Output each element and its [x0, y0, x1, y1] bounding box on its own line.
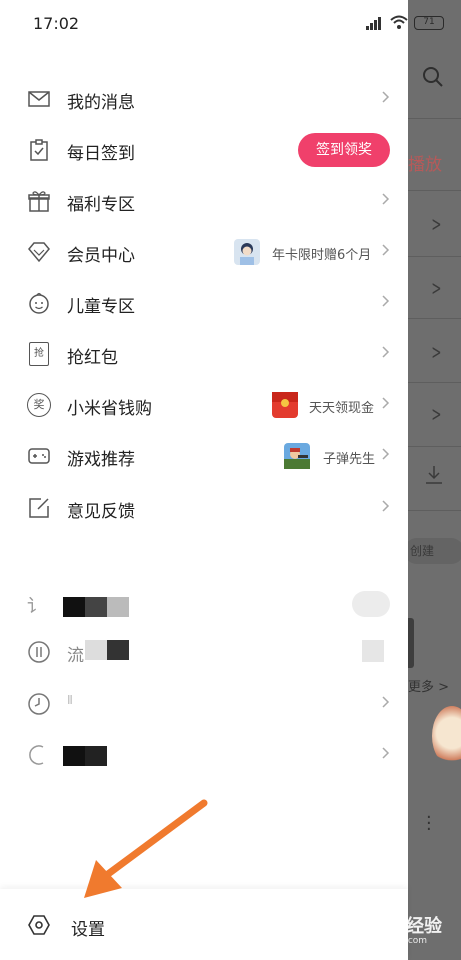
menu-label: 福利专区	[67, 195, 135, 215]
menu-item-redacted-4[interactable]	[0, 730, 408, 780]
hexagon-settings-icon	[28, 915, 50, 935]
chevron-right-icon: >	[431, 340, 442, 364]
menu-item-kids-zone[interactable]: 儿童专区	[0, 278, 408, 328]
crescent-icon	[29, 745, 44, 765]
divider	[408, 256, 461, 257]
settings-label: 设置	[71, 920, 105, 940]
chevron-right-icon: >	[431, 212, 442, 236]
redacted-block	[107, 597, 129, 617]
menu-label: 儿童专区	[67, 297, 135, 317]
redacted-block	[85, 597, 107, 617]
chevron-right-icon	[382, 295, 390, 307]
redacted-block	[85, 746, 107, 766]
baidu-watermark: Baidu 经验 jingyan.baidu.com	[342, 912, 452, 952]
redacted-icon: 讠	[27, 596, 45, 617]
gift-icon	[28, 191, 50, 212]
menu-label: 我的消息	[67, 93, 135, 113]
menu-item-redacted-3[interactable]: Ⅱ	[0, 679, 408, 729]
signal-icon	[366, 17, 381, 30]
battery-icon: 71	[414, 16, 444, 30]
search-icon	[423, 67, 443, 87]
chevron-right-icon	[382, 346, 390, 358]
clipboard-check-icon	[30, 139, 48, 161]
chevron-right-icon	[382, 747, 390, 759]
menu-label: 流	[67, 646, 84, 666]
feedback-edit-icon	[29, 498, 49, 518]
menu-item-messages[interactable]: 我的消息	[0, 74, 408, 124]
chevron-right-icon	[382, 244, 390, 256]
menu-label: 小米省钱购	[67, 399, 152, 419]
chevron-right-icon	[382, 500, 390, 512]
gamepad-icon	[28, 448, 50, 464]
menu-item-mi-saving-shop[interactable]: 奖 小米省钱购 天天领现金	[0, 380, 408, 430]
red-packet-thumbnail	[272, 392, 298, 418]
sort-arrows-icon	[28, 641, 50, 663]
redacted-block	[107, 640, 129, 660]
drawer-handle[interactable]	[408, 618, 414, 668]
game-thumbnail	[284, 443, 310, 469]
wifi-icon	[390, 15, 408, 29]
toggle-switch[interactable]	[352, 591, 390, 617]
watermark-url: jingyan.baidu.com	[344, 936, 428, 946]
chevron-right-icon	[382, 91, 390, 103]
menu-label: 意见反馈	[67, 502, 135, 522]
menu-item-vip-center[interactable]: 会员中心 年卡限时赠6个月	[0, 227, 408, 277]
redacted-block	[362, 640, 384, 662]
menu-label: 游戏推荐	[67, 450, 135, 470]
divider	[408, 382, 461, 383]
download-icon	[426, 466, 442, 484]
divider	[408, 318, 461, 319]
chevron-right-icon: >	[431, 276, 442, 300]
divider	[408, 446, 461, 447]
checkin-reward-button[interactable]: 签到领奖	[298, 133, 390, 167]
redacted-block	[85, 640, 107, 660]
more-dots-icon[interactable]: · · ·	[426, 809, 432, 839]
chevron-right-icon	[382, 696, 390, 708]
menu-label: Ⅱ	[67, 693, 73, 707]
background-app-overlay[interactable]: 播放 > > > > 创建 更多 > · · ·	[408, 0, 461, 960]
side-drawer: 17:02 我的消息 每日签到 签到领奖 福利专区 会员中心 年卡限时赠6个月 …	[0, 0, 408, 960]
redacted-block	[63, 746, 85, 766]
status-bar: 17:02	[0, 0, 408, 50]
smiley-face-icon	[29, 292, 49, 314]
vip-avatar-thumbnail	[234, 239, 260, 265]
menu-item-welfare[interactable]: 福利专区	[0, 176, 408, 226]
vip-promo-text: 年卡限时赠6个月	[272, 248, 372, 263]
game-promo-text: 子弹先生	[323, 452, 376, 467]
divider	[408, 510, 461, 511]
chevron-right-icon	[382, 448, 390, 460]
menu-item-game-recommend[interactable]: 游戏推荐 子弹先生	[0, 431, 408, 481]
chevron-right-icon	[382, 193, 390, 205]
envelope-icon	[28, 91, 50, 107]
chevron-right-icon	[382, 397, 390, 409]
play-text: 播放	[408, 155, 442, 175]
create-button[interactable]: 创建	[408, 538, 461, 564]
menu-label: 抢红包	[67, 348, 118, 368]
menu-label: 会员中心	[67, 246, 135, 266]
more-link[interactable]: 更多 >	[408, 676, 449, 695]
saving-promo-text: 天天领现金	[309, 401, 375, 416]
divider	[408, 118, 461, 119]
redacted-block	[63, 597, 85, 617]
watermark-title: Baidu 经验	[342, 916, 443, 937]
menu-item-redacted-1[interactable]: 讠	[0, 582, 408, 632]
menu-label: 每日签到	[67, 144, 135, 164]
reward-coin-icon: 奖	[27, 393, 51, 417]
menu-item-redacted-2[interactable]: 流	[0, 627, 408, 677]
chevron-right-icon: >	[431, 402, 442, 426]
menu-item-feedback[interactable]: 意见反馈	[0, 483, 408, 533]
divider	[408, 190, 461, 191]
diamond-icon	[28, 242, 50, 263]
mascot-image[interactable]	[432, 706, 461, 766]
clock-icon	[28, 693, 50, 715]
status-time: 17:02	[33, 14, 80, 33]
menu-item-red-envelope[interactable]: 抢 抢红包	[0, 329, 408, 379]
red-envelope-icon: 抢	[29, 342, 49, 366]
